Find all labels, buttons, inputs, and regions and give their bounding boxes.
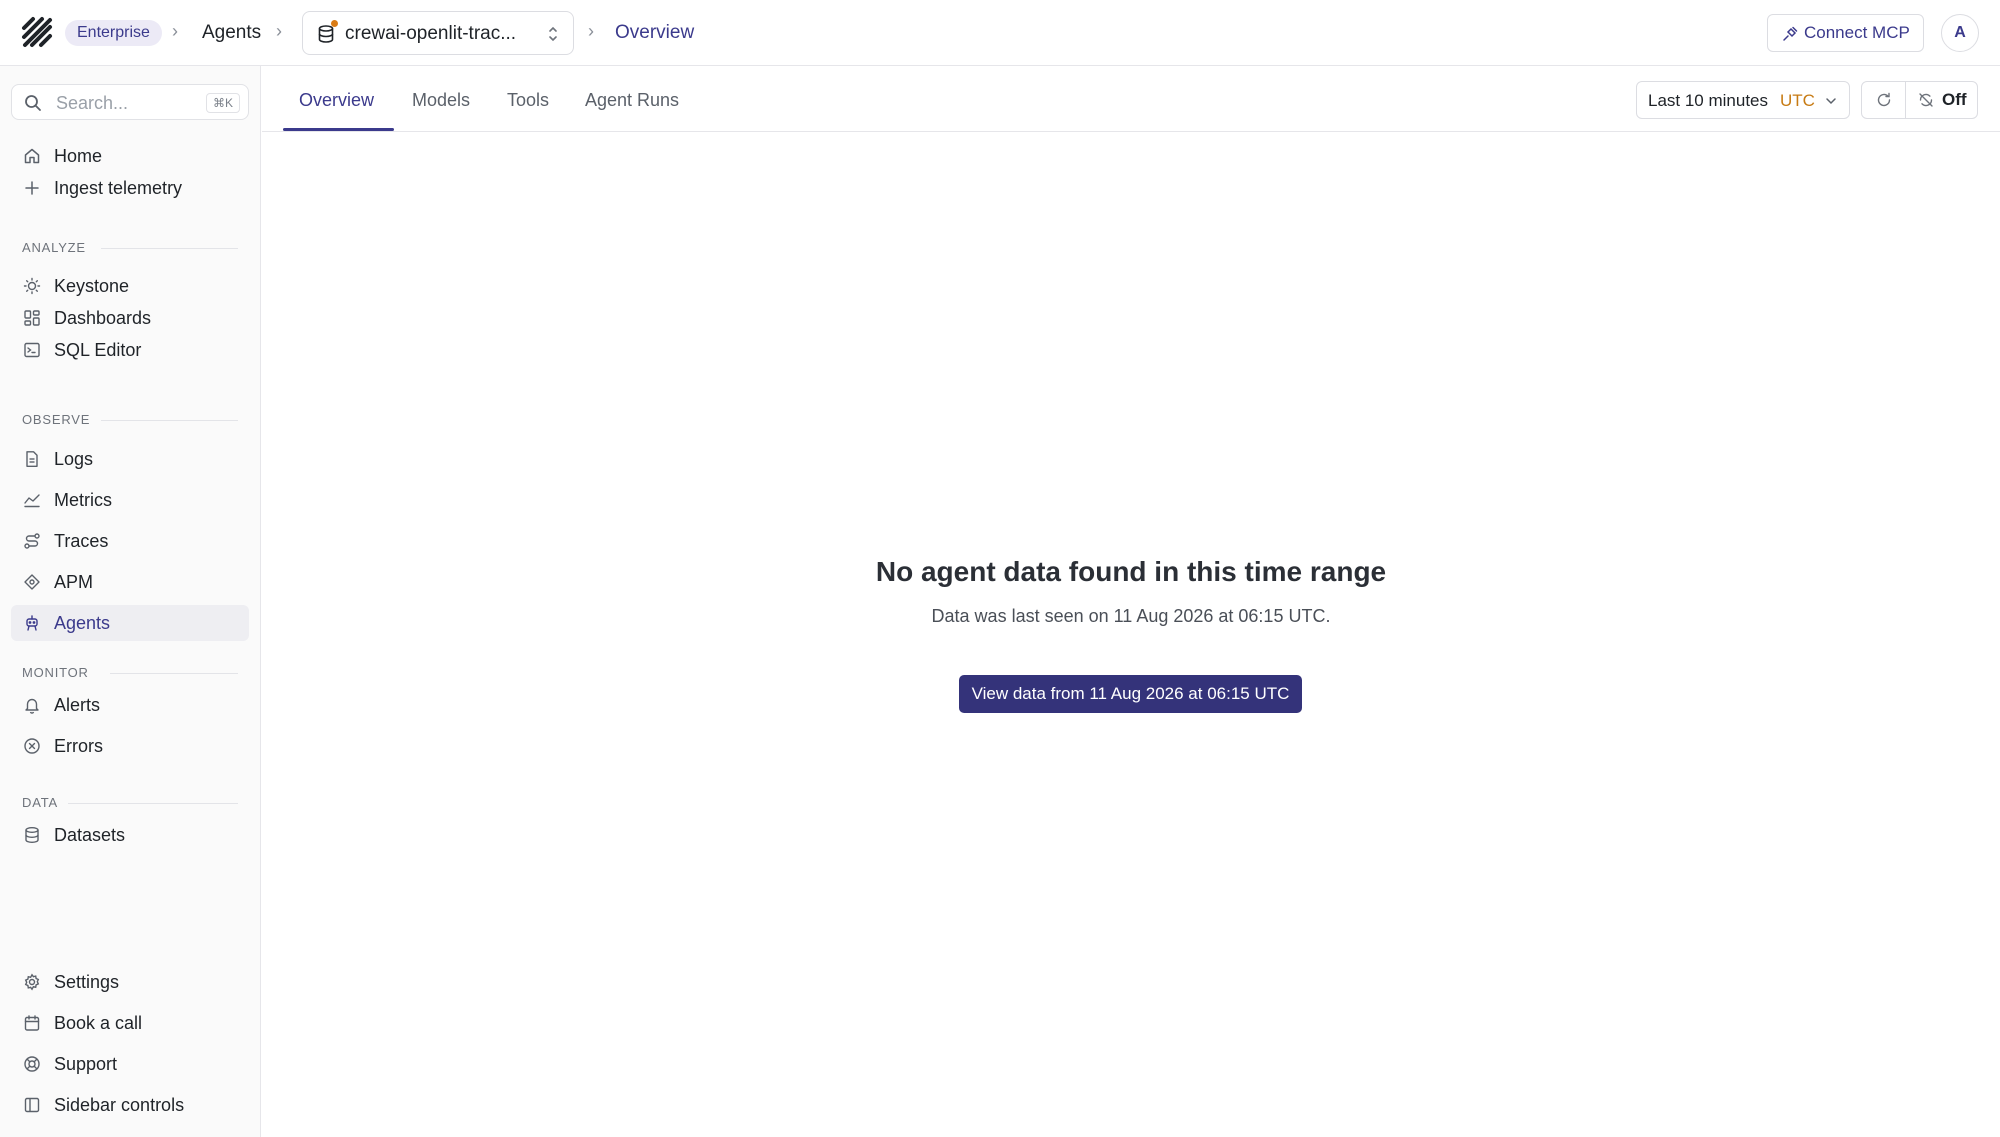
logo-icon[interactable] bbox=[20, 15, 54, 49]
time-range-label: Last 10 minutes bbox=[1648, 91, 1769, 110]
breadcrumb-agents[interactable]: Agents bbox=[202, 20, 261, 46]
sidebar-item-support[interactable]: Support bbox=[11, 1046, 249, 1082]
sidebar-item-label: Settings bbox=[54, 972, 120, 992]
lightbulb-icon bbox=[23, 277, 41, 295]
sidebar-item-traces[interactable]: Traces bbox=[11, 523, 249, 559]
tab-overview[interactable]: Overview bbox=[299, 88, 374, 112]
status-dot bbox=[331, 20, 338, 27]
connect-mcp-label: Connect MCP bbox=[1804, 23, 1910, 42]
sidebar-item-label: Agents bbox=[54, 613, 111, 633]
search-placeholder: Search... bbox=[56, 93, 129, 113]
database-icon bbox=[318, 25, 334, 43]
plug-icon bbox=[1783, 26, 1798, 41]
search-input[interactable]: Search... ⌘K bbox=[11, 84, 249, 120]
connect-mcp-button[interactable]: Connect MCP bbox=[1767, 14, 1924, 52]
avatar[interactable]: A bbox=[1941, 14, 1979, 52]
workspace-badge: Enterprise bbox=[65, 20, 162, 46]
lifebuoy-icon bbox=[24, 1056, 40, 1072]
project-selector[interactable]: crewai-openlit-trac... bbox=[302, 11, 574, 55]
apm-icon bbox=[24, 574, 40, 590]
view-last-data-button[interactable]: View data from 11 Aug 2026 at 06:15 UTC bbox=[959, 675, 1302, 713]
sidebar-item-label: Support bbox=[54, 1054, 118, 1074]
chart-line-icon bbox=[24, 494, 40, 508]
sidebar-item-label: Logs bbox=[54, 449, 94, 469]
sidebar-item-label: Dashboards bbox=[54, 308, 152, 328]
sidebar-item-metrics[interactable]: Metrics bbox=[11, 482, 249, 518]
refresh-controls: Off bbox=[1861, 81, 1978, 119]
bell-icon bbox=[25, 698, 39, 714]
refresh-icon bbox=[1877, 92, 1891, 107]
sidebar-item-datasets[interactable]: Datasets bbox=[11, 817, 249, 853]
empty-state-title: No agent data found in this time range bbox=[875, 556, 1387, 587]
breadcrumb-chevron-icon: › bbox=[588, 21, 594, 41]
section-label-analyze: ANALYZE bbox=[22, 240, 86, 255]
section-divider bbox=[101, 420, 238, 421]
sidebar-item-label: Metrics bbox=[54, 490, 112, 510]
sidebar-item-settings[interactable]: Settings bbox=[11, 964, 249, 1000]
gear-icon bbox=[24, 973, 40, 991]
sidebar-item-dashboards[interactable]: Dashboards bbox=[11, 300, 249, 336]
section-divider bbox=[110, 673, 238, 674]
sidebar-item-label: Datasets bbox=[54, 825, 126, 845]
auto-refresh-label: Off bbox=[1942, 90, 1967, 109]
sidebar-item-errors[interactable]: Errors bbox=[11, 728, 249, 764]
sidebar-item-label: Ingest telemetry bbox=[54, 178, 183, 198]
sidebar-item-label: Alerts bbox=[54, 695, 101, 715]
sidebar-item-home[interactable]: Home bbox=[11, 138, 249, 174]
search-icon bbox=[25, 95, 41, 111]
top-bar: Enterprise › Agents › crewai-openlit-tra… bbox=[0, 0, 2000, 66]
sidebar-item-label: Sidebar controls bbox=[54, 1095, 185, 1115]
sidebar-icon bbox=[24, 1097, 40, 1113]
sidebar-item-label: Errors bbox=[54, 736, 103, 756]
sidebar-item-label: Book a call bbox=[54, 1013, 143, 1033]
sidebar-item-sql-editor[interactable]: SQL Editor bbox=[11, 332, 249, 368]
section-label-data: DATA bbox=[22, 795, 58, 810]
section-divider bbox=[101, 248, 238, 249]
sidebar-item-keystone[interactable]: Keystone bbox=[11, 268, 249, 304]
file-icon bbox=[26, 451, 38, 467]
sidebar-item-book-a-call[interactable]: Book a call bbox=[11, 1005, 249, 1041]
empty-state-subtitle: Data was last seen on 11 Aug 2026 at 06:… bbox=[931, 606, 1331, 626]
chevron-down-icon bbox=[1826, 98, 1836, 105]
breadcrumb-chevron-icon: › bbox=[276, 21, 282, 41]
calendar-icon bbox=[24, 1015, 40, 1031]
sidebar-item-label: Home bbox=[54, 146, 103, 166]
sidebar-item-logs[interactable]: Logs bbox=[11, 441, 249, 477]
breadcrumb-chevron-icon: › bbox=[172, 21, 178, 41]
sidebar-item-agents[interactable]: Agents bbox=[11, 605, 249, 641]
terminal-icon bbox=[24, 342, 40, 358]
sidebar-item-label: SQL Editor bbox=[54, 340, 142, 360]
sidebar-item-ingest-telemetry[interactable]: Ingest telemetry bbox=[11, 170, 249, 206]
section-divider bbox=[68, 803, 238, 804]
sidebar-item-sidebar-controls[interactable]: Sidebar controls bbox=[11, 1087, 249, 1123]
section-label-observe: OBSERVE bbox=[22, 412, 91, 427]
x-circle-icon bbox=[24, 738, 40, 754]
section-label-monitor: MONITOR bbox=[22, 665, 89, 680]
home-icon bbox=[24, 148, 40, 164]
sidebar-item-label: APM bbox=[54, 572, 94, 592]
refresh-button[interactable] bbox=[1862, 82, 1906, 118]
sidebar-item-label: Keystone bbox=[54, 276, 130, 296]
search-shortcut: ⌘K bbox=[205, 93, 240, 113]
auto-refresh-toggle[interactable]: Off bbox=[1906, 82, 1978, 118]
route-icon bbox=[24, 533, 40, 549]
timezone-label: UTC bbox=[1780, 91, 1815, 110]
active-tab-indicator bbox=[283, 128, 394, 131]
sidebar-item-alerts[interactable]: Alerts bbox=[11, 687, 249, 723]
tab-agent-runs[interactable]: Agent Runs bbox=[585, 88, 679, 112]
database-icon bbox=[25, 827, 39, 844]
time-range-selector[interactable]: Last 10 minutes UTC bbox=[1636, 81, 1850, 119]
sidebar: Search... ⌘K Home Ingest telemetry ANALY… bbox=[0, 66, 261, 1137]
dashboard-icon bbox=[24, 310, 40, 326]
refresh-off-icon bbox=[1919, 93, 1933, 107]
sidebar-item-label: Traces bbox=[54, 531, 109, 551]
bot-icon bbox=[26, 615, 38, 631]
project-name: crewai-openlit-trac... bbox=[345, 23, 517, 44]
tab-models[interactable]: Models bbox=[412, 88, 470, 112]
plus-icon bbox=[25, 181, 39, 195]
chevron-up-down-icon bbox=[549, 26, 557, 42]
sidebar-item-apm[interactable]: APM bbox=[11, 564, 249, 600]
tab-tools[interactable]: Tools bbox=[507, 88, 549, 112]
breadcrumb-current: Overview bbox=[615, 22, 695, 43]
